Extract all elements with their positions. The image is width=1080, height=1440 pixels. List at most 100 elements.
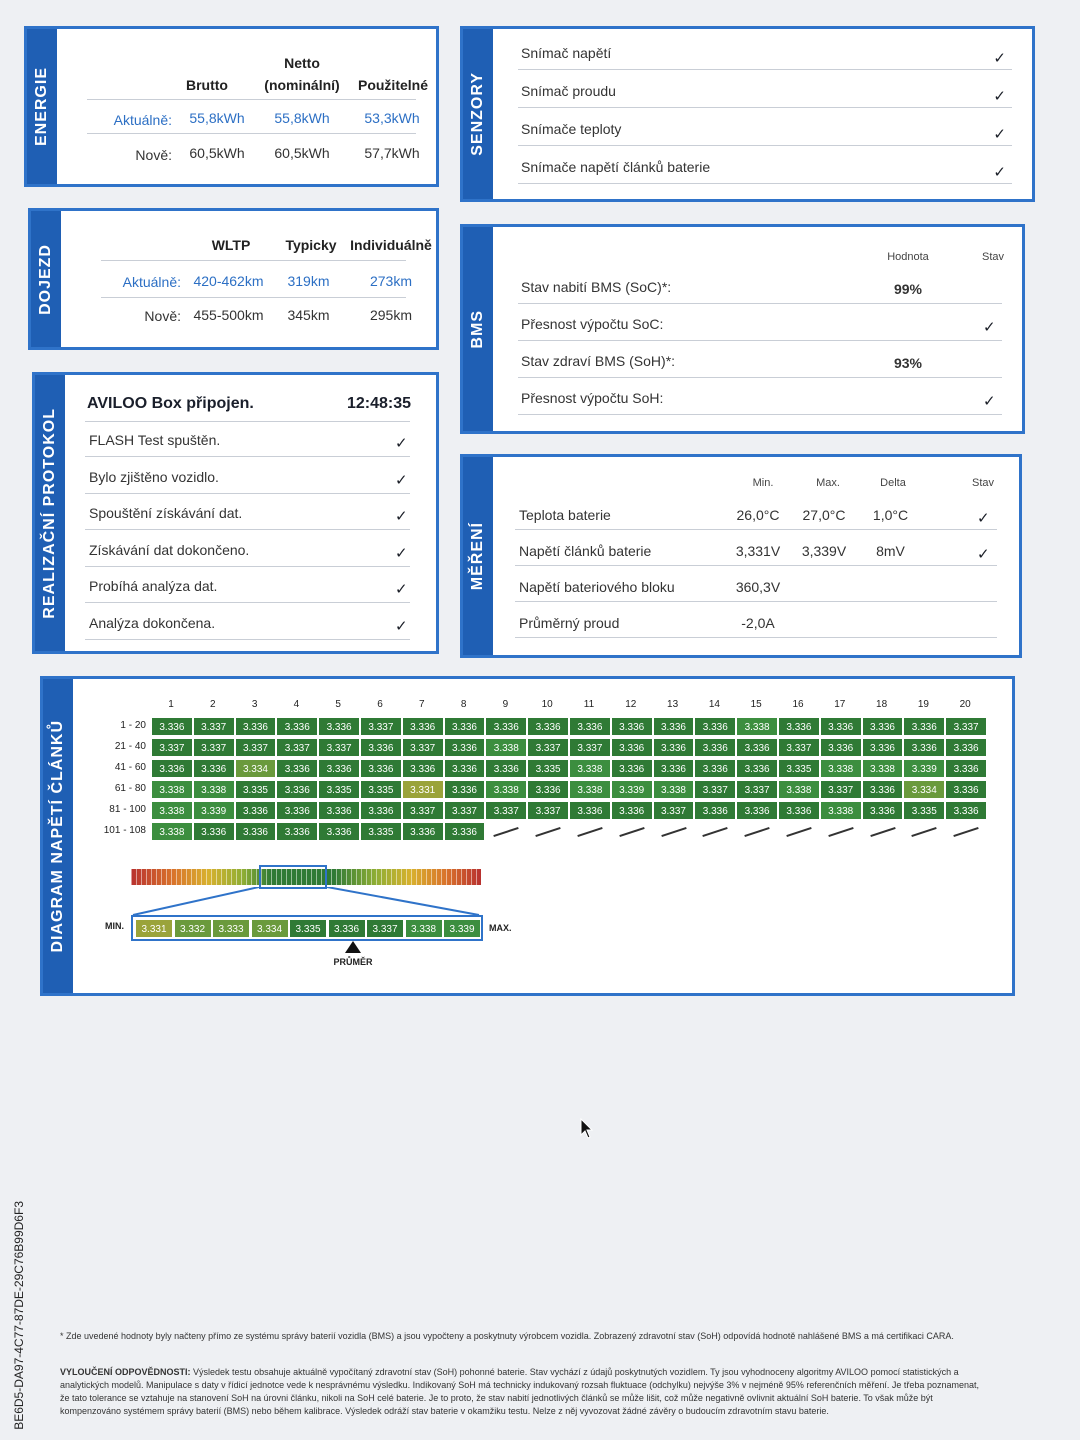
gradient-tick bbox=[151, 869, 152, 885]
gradient-tick bbox=[366, 869, 367, 885]
dojezd-individualne-current: 273km bbox=[369, 273, 413, 289]
check-icon: ✓ bbox=[395, 544, 408, 562]
gradient-tick bbox=[386, 869, 387, 885]
row-divider bbox=[518, 414, 1002, 415]
gradient-tick bbox=[251, 869, 252, 885]
energie-brutto-current: 55,8kWh bbox=[189, 110, 245, 126]
empty-cell-slash bbox=[660, 827, 687, 837]
gradient-tick bbox=[371, 869, 372, 885]
column-number: 8 bbox=[460, 699, 467, 710]
row-range-label: 21 - 40 bbox=[114, 741, 146, 752]
cell-voltage: 3.336 bbox=[527, 780, 569, 799]
scale-voltage-cell: 3.335 bbox=[289, 919, 327, 938]
cell-voltage: 3.337 bbox=[652, 801, 695, 820]
bms-panel: BMS Hodnota Stav Stav nabití BMS (SoC)*:… bbox=[460, 224, 1025, 434]
column-number: 18 bbox=[876, 699, 888, 710]
cell-voltage: 3.338 bbox=[151, 822, 193, 841]
dojezd-row-label: Aktuálně: bbox=[122, 274, 181, 290]
cell-voltage: 3.336 bbox=[234, 822, 277, 841]
cell-voltage: 3.337 bbox=[192, 738, 235, 757]
empty-cell-slash bbox=[828, 827, 854, 837]
energie-usable-new: 57,7kWh bbox=[364, 145, 420, 161]
cell-voltage: 3.336 bbox=[443, 738, 486, 757]
empty-cell-slash bbox=[702, 827, 729, 837]
row-divider bbox=[518, 377, 1002, 378]
cell-voltage: 3.338 bbox=[151, 801, 193, 820]
scale-voltage-cell: 3.331 bbox=[135, 919, 173, 938]
scale-voltage-cell: 3.337 bbox=[366, 919, 404, 938]
measurement-label: Teplota baterie bbox=[519, 507, 611, 523]
scale-voltage-cell: 3.334 bbox=[250, 919, 289, 938]
cell-voltage: 3.337 bbox=[527, 738, 569, 757]
cell-voltage: 3.338 bbox=[569, 759, 611, 778]
gradient-tick bbox=[351, 869, 352, 885]
row-divider bbox=[85, 529, 410, 530]
gradient-tick bbox=[206, 869, 207, 885]
gradient-tick bbox=[166, 869, 167, 885]
row-divider bbox=[518, 183, 1012, 184]
cell-voltage: 3.338 bbox=[485, 738, 528, 757]
cell-voltage: 3.339 bbox=[903, 759, 946, 778]
gradient-tick bbox=[381, 869, 382, 885]
empty-cell-slash bbox=[911, 827, 938, 837]
check-icon: ✓ bbox=[395, 508, 408, 525]
gradient-tick bbox=[201, 869, 202, 885]
row-divider bbox=[85, 602, 410, 603]
row-range-label: 81 - 100 bbox=[109, 804, 146, 815]
cell-voltage: 3.336 bbox=[318, 717, 360, 736]
cell-voltage: 3.336 bbox=[610, 717, 653, 736]
cell-voltage: 3.337 bbox=[360, 717, 402, 736]
gradient-tick bbox=[236, 869, 237, 885]
column-number: 4 bbox=[293, 699, 300, 710]
gradient-tick bbox=[191, 869, 192, 885]
cell-voltage: 3.336 bbox=[736, 801, 778, 820]
column-number: 10 bbox=[541, 699, 553, 710]
measurement-min: 3,331V bbox=[735, 543, 781, 559]
cell-voltage: 3.336 bbox=[861, 738, 904, 757]
cell-voltage: 3.336 bbox=[945, 738, 987, 757]
gradient-tick bbox=[156, 869, 157, 885]
mouse-cursor-icon bbox=[580, 1117, 594, 1145]
row-divider bbox=[85, 565, 410, 567]
energie-netto-current: 55,8kWh bbox=[274, 110, 330, 126]
cell-voltage: 3.336 bbox=[360, 759, 402, 778]
cell-voltage: 3.336 bbox=[819, 738, 862, 757]
cell-voltage: 3.336 bbox=[903, 717, 946, 736]
cell-voltage: 3.335 bbox=[527, 759, 569, 778]
measurement-label: Napětí článků baterie bbox=[519, 543, 652, 559]
cell-voltage: 3.335 bbox=[360, 822, 402, 841]
energie-row-label: Nově: bbox=[135, 147, 172, 163]
zoom-selector bbox=[259, 865, 327, 889]
row-divider bbox=[518, 145, 1012, 146]
measurement-delta: 8mV bbox=[876, 543, 905, 559]
gradient-tick bbox=[416, 869, 417, 885]
individualne-header: Individuálně bbox=[350, 237, 432, 253]
cell-voltage: 3.337 bbox=[276, 738, 319, 757]
cell-voltage: 3.336 bbox=[318, 759, 360, 778]
gradient-tick bbox=[161, 869, 162, 885]
measurement-max: 3,339V bbox=[801, 543, 847, 559]
cell-voltage: 3.337 bbox=[401, 801, 444, 820]
gradient-tick bbox=[421, 869, 422, 885]
row-divider bbox=[85, 421, 410, 422]
cell-voltage: 3.336 bbox=[861, 717, 904, 736]
footer-note: * Zde uvedené hodnoty byly načteny přímo… bbox=[60, 1331, 954, 1341]
protocol-step-label: Probíhá analýza dat. bbox=[89, 578, 218, 594]
gradient-tick bbox=[396, 869, 397, 885]
cell-voltage: 3.336 bbox=[276, 801, 319, 820]
column-number: 12 bbox=[625, 699, 637, 710]
scale-min-label: MIN. bbox=[105, 921, 124, 931]
cell-voltage: 3.337 bbox=[318, 738, 360, 757]
gradient-tick bbox=[451, 869, 452, 885]
dojezd-wltp-new: 455-500km bbox=[193, 307, 264, 323]
row-divider bbox=[85, 456, 410, 457]
cell-voltage: 3.336 bbox=[694, 759, 737, 778]
cell-voltage: 3.334 bbox=[234, 759, 277, 778]
empty-cell-slash bbox=[786, 827, 812, 837]
energie-usable-current: 53,3kWh bbox=[364, 110, 420, 126]
check-icon: ✓ bbox=[395, 471, 408, 489]
gradient-tick bbox=[411, 869, 412, 885]
gradient-tick bbox=[406, 869, 407, 885]
row-divider bbox=[518, 69, 1012, 70]
cell-voltage: 3.337 bbox=[819, 780, 862, 799]
